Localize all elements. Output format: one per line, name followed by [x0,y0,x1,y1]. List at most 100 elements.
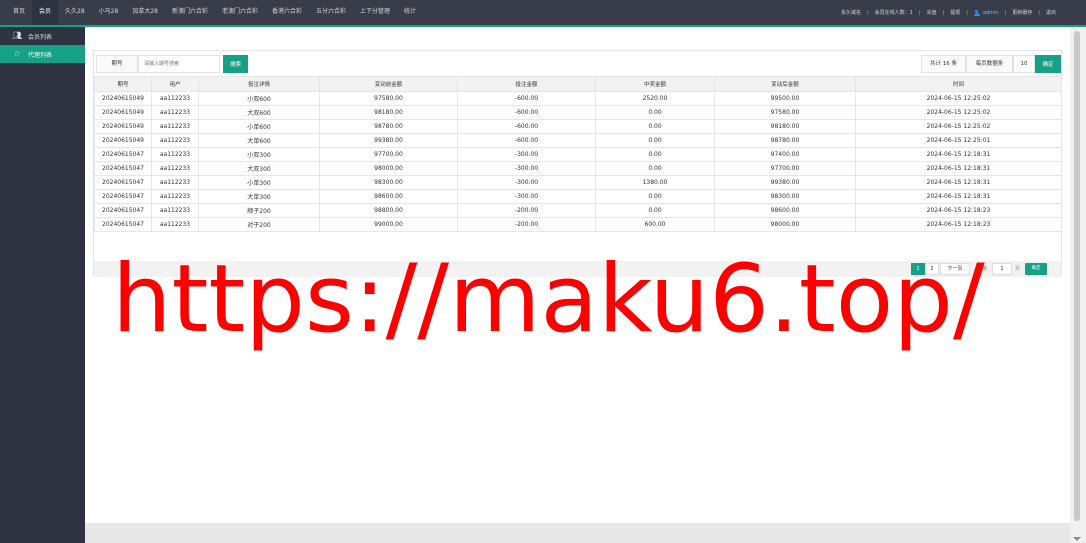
nav-hongkong-lottery[interactable]: 香港六合彩 [265,0,309,25]
bet-amount-cell: -200.00 [457,203,596,218]
withdraw-link[interactable]: 提现 [950,9,960,16]
confirm-button[interactable]: 确定 [1035,55,1061,73]
per-page-input[interactable] [1013,55,1035,73]
bet-detail-cell: 大单300 [198,189,320,204]
issue-cell: 20240615047 [94,161,152,176]
bet-detail-cell: 顺子200 [198,203,320,218]
nav-five-minute-lottery[interactable]: 五分六合彩 [309,0,353,25]
user-cell: aa112233 [151,161,199,176]
user-cell: aa112233 [151,217,199,232]
nav-old-macau-lottery[interactable]: 老澳门六合彩 [215,0,265,25]
table-row: 20240615047 aa112233 对子200 99000.00 -200.00 6… [94,217,1062,232]
bet-amount-cell: -300.00 [457,189,596,204]
balance-after-cell: 98000.00 [714,217,856,232]
nav-statistics[interactable]: 统计 [397,0,423,25]
page-unit-label: 页 [1015,266,1021,272]
issue-cell: 20240615049 [94,133,152,148]
balance-after-cell: 99380.00 [714,175,856,190]
table-row: 20240615047 aa112233 小单300 98300.00 -300.00 1… [94,175,1062,190]
balance-before-cell: 98300.00 [319,175,458,190]
column-header: 期号 [94,76,152,92]
scroll-down-icon[interactable] [1073,537,1081,541]
search-button[interactable]: 搜索 [223,55,248,73]
bet-amount-cell: -200.00 [457,217,596,232]
sidebar-item-label: 代理列表 [28,51,53,59]
user-cell: aa112233 [151,119,199,134]
time-cell: 2024-06-15 12:18:31 [855,175,1062,190]
win-amount-cell: 1380.00 [595,175,715,190]
balance-before-cell: 98180.00 [319,105,458,120]
table-row: 20240615047 aa112233 大单300 98600.00 -300.00 0… [94,189,1062,204]
bet-detail-cell: 对子200 [198,217,320,232]
separator: | [918,9,921,16]
win-amount-cell: 0.00 [595,105,715,120]
bet-detail-cell: 小双600 [198,91,320,106]
balance-before-cell: 98780.00 [319,119,458,134]
goto-page-input[interactable]: 1 [992,263,1012,275]
column-header: 投注详情 [198,76,320,92]
balance-after-cell: 98600.00 [714,203,856,218]
balance-before-cell: 97700.00 [319,147,458,162]
user-cell: aa112233 [151,105,199,120]
nav-canada28[interactable]: 加拿大28 [125,0,165,25]
win-amount-cell: 0.00 [595,203,715,218]
bet-amount-cell: -300.00 [457,147,596,162]
time-cell: 2024-06-15 12:18:31 [855,189,1062,204]
permanent-domain-link[interactable]: 永久域名 [841,9,861,16]
nav-jiujiu28[interactable]: 久久28 [58,0,92,25]
bet-amount-cell: -300.00 [457,161,596,176]
nav-balance-management[interactable]: 上下分管理 [353,0,397,25]
user-cell: aa112233 [151,91,199,106]
table-row: 20240615047 aa112233 大双300 98000.00 -300.00 0… [94,161,1062,176]
time-cell: 2024-06-15 12:25:02 [855,91,1062,106]
user-icon [973,9,980,16]
search-input[interactable] [138,55,220,73]
table-row: 20240615049 aa112233 小单600 98780.00 -600.00 0… [94,119,1062,134]
issue-cell: 20240615047 [94,175,152,190]
scrollbar-thumb[interactable] [1074,31,1080,521]
column-header: 用户 [151,76,199,92]
user-cell: aa112233 [151,189,199,204]
balance-after-cell: 98780.00 [714,133,856,148]
win-amount-cell: 0.00 [595,161,715,176]
column-header: 投注金额 [457,76,596,92]
column-header: 中奖金额 [595,76,715,92]
balance-after-cell: 98300.00 [714,189,856,204]
sidebar-item-agent-list[interactable]: ☆ 代理列表 [0,45,85,63]
table-header-row: 期号 用户 投注详情 变动前金额 投注金额 中奖金额 变动后金额 时间 [94,76,1062,92]
update-cache-link[interactable]: 更新缓存 [1012,9,1032,16]
bet-amount-cell: -600.00 [457,105,596,120]
balance-before-cell: 99000.00 [319,217,458,232]
issue-cell: 20240615047 [94,189,152,204]
username: admin [982,9,999,16]
balance-before-cell: 99380.00 [319,133,458,148]
nav-new-macau-lottery[interactable]: 新澳门六合彩 [165,0,215,25]
nav-home[interactable]: 首页 [6,0,32,25]
logout-link[interactable]: 退出 [1046,9,1056,16]
goto-confirm-button[interactable]: 确定 [1025,263,1047,275]
online-count: 会员在线人数：1 [874,10,913,16]
user-cell: aa112233 [151,147,199,162]
win-amount-cell: 0.00 [595,119,715,134]
time-cell: 2024-06-15 12:18:23 [855,217,1062,232]
balance-after-cell: 97700.00 [714,161,856,176]
nav-members[interactable]: 会员 [32,0,59,25]
user-menu[interactable]: admin [973,9,999,16]
balance-after-cell: 97400.00 [714,147,856,162]
bottom-bar [85,523,1070,543]
bet-amount-cell: -600.00 [457,133,596,148]
issue-cell: 20240615047 [94,203,152,218]
win-amount-cell: 600.00 [595,217,715,232]
recharge-link[interactable]: 充值 [927,9,937,16]
nav-xiaoma28[interactable]: 小马28 [92,0,126,25]
time-cell: 2024-06-15 12:25:01 [855,133,1062,148]
user-cell: aa112233 [151,133,199,148]
sidebar-item-member-list[interactable]: 👥︎ 会员列表 [0,27,85,45]
table-row: 20240615047 aa112233 顺子200 98800.00 -200.00 0… [94,203,1062,218]
vertical-scrollbar[interactable] [1070,27,1086,543]
column-header: 时间 [855,76,1062,92]
issue-cell: 20240615049 [94,105,152,120]
bet-detail-cell: 小单300 [198,175,320,190]
bet-amount-cell: -600.00 [457,91,596,106]
issue-cell: 20240615047 [94,147,152,162]
